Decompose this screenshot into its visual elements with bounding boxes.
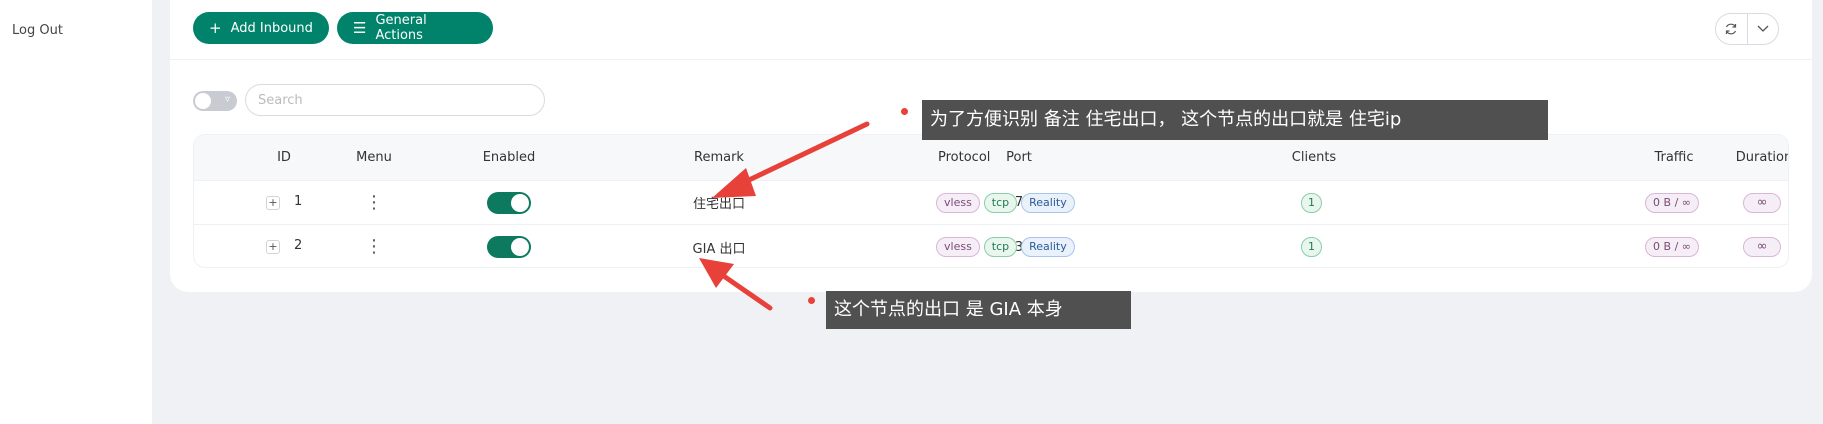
general-actions-label: General Actions	[375, 13, 427, 43]
annotation-marker-1	[901, 108, 908, 115]
security-tag: Reality	[1021, 237, 1075, 257]
protocol-tag: vless	[936, 192, 980, 213]
inbounds-card: + Add Inbound ☰ General Actions ▿ Search…	[170, 0, 1812, 292]
chevron-down-icon	[1757, 25, 1769, 32]
header-protocol: Protocol	[938, 150, 991, 165]
enabled-cell	[454, 225, 564, 267]
enabled-cell	[454, 181, 564, 224]
filter-toggle[interactable]: ▿	[193, 91, 237, 111]
clients-badge[interactable]: 1	[1301, 237, 1322, 257]
more-vertical-icon: ⋮	[365, 191, 383, 213]
row-remark: GIA 出口	[692, 241, 746, 257]
security-tag: Reality	[1021, 192, 1075, 213]
logout-link[interactable]: Log Out	[12, 23, 63, 38]
duration-badge: ∞	[1742, 192, 1782, 213]
protocol-tag: vless	[936, 237, 980, 257]
protocol-cell: vless tcp Reality	[934, 181, 1214, 224]
duration-badge: ∞	[1742, 237, 1782, 257]
header-remark: Remark	[694, 150, 744, 165]
expand-row-icon[interactable]: +	[266, 240, 280, 254]
inbounds-table: ID Menu Enabled Remark Port Protocol Cli…	[193, 134, 1789, 268]
menu-icon: ☰	[353, 18, 367, 37]
switch-knob	[511, 193, 529, 212]
clients-cell: 1	[1199, 181, 1429, 224]
transport-tag: tcp	[983, 237, 1018, 257]
refresh-button[interactable]	[1716, 14, 1748, 44]
row-menu-button[interactable]: ⋮	[339, 181, 409, 224]
transport-tag: tcp	[983, 192, 1018, 213]
search-input[interactable]	[245, 84, 545, 116]
refresh-control	[1715, 13, 1779, 45]
header-id: ID	[277, 150, 291, 165]
header-clients: Clients	[1291, 150, 1337, 165]
row-menu-button[interactable]: ⋮	[339, 225, 409, 267]
protocol-cell: vless tcp Reality	[934, 225, 1214, 267]
switch-knob	[511, 238, 529, 256]
card-header: + Add Inbound ☰ General Actions	[170, 0, 1812, 60]
table-header-row: ID Menu Enabled Remark Port Protocol Cli…	[194, 135, 1788, 181]
clients-badge[interactable]: 1	[1301, 192, 1322, 213]
refresh-icon	[1726, 23, 1737, 35]
plus-icon: +	[209, 18, 222, 37]
table-row: + 1 ⋮ 住宅出口 18719 vless tcp Reality 1 0 B…	[194, 181, 1788, 225]
row-id: 2	[294, 238, 303, 253]
header-menu: Menu	[356, 150, 392, 165]
row-remark: 住宅出口	[692, 197, 745, 212]
sidebar: Log Out	[0, 0, 152, 424]
annotation-marker-2	[808, 297, 815, 304]
filter-icon: ▿	[224, 94, 230, 105]
clients-cell: 1	[1199, 225, 1429, 267]
more-vertical-icon: ⋮	[365, 236, 383, 257]
row-id: 1	[294, 194, 303, 209]
refresh-dropdown-button[interactable]	[1748, 14, 1779, 44]
expand-row-icon[interactable]: +	[266, 196, 280, 210]
duration-cell: ∞	[1674, 225, 1788, 267]
header-duration: Duration	[1735, 150, 1789, 165]
annotation-note-1: 为了方便识别 备注 住宅出口， 这个节点的出口就是 住宅ip	[922, 100, 1548, 140]
header-enabled: Enabled	[482, 150, 536, 165]
annotation-note-2: 这个节点的出口 是 GIA 本身	[826, 291, 1131, 329]
add-inbound-button[interactable]: + Add Inbound	[193, 12, 329, 44]
general-actions-button[interactable]: ☰ General Actions	[337, 12, 493, 44]
enabled-switch[interactable]	[487, 236, 531, 258]
table-row: + 2 ⋮ GIA 出口 22333 vless tcp Reality 1 0…	[194, 225, 1788, 267]
toggle-knob	[195, 93, 211, 109]
add-inbound-label: Add Inbound	[230, 20, 313, 36]
enabled-switch[interactable]	[487, 191, 531, 214]
duration-cell: ∞	[1674, 181, 1788, 224]
